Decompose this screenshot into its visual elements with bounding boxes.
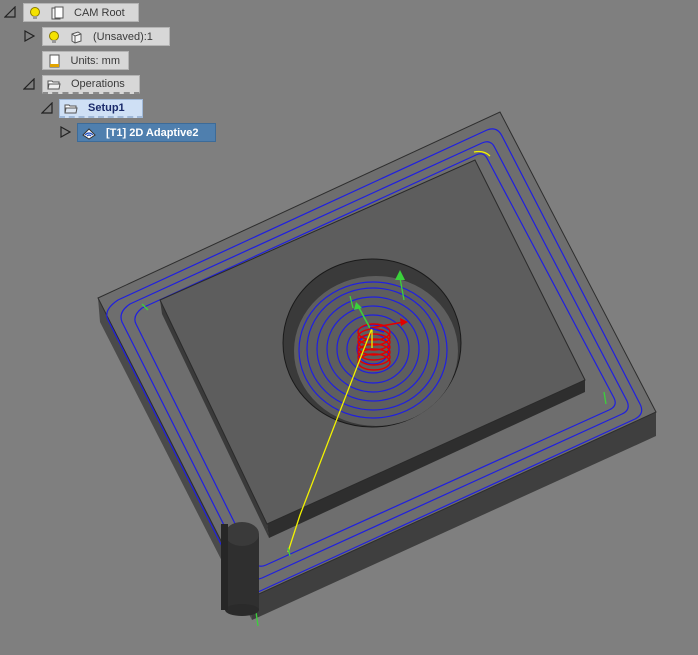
setup-icon — [63, 100, 79, 116]
lightbulb-icon[interactable] — [46, 29, 62, 45]
pocket-floor — [294, 276, 458, 426]
tree-node-operations[interactable]: Operations — [42, 75, 140, 94]
tree-label: [T1] 2D Adaptive2 — [106, 126, 199, 139]
units-icon — [46, 53, 62, 69]
tree-label: Units: mm — [70, 54, 121, 67]
tree-label: Operations — [71, 78, 125, 90]
tree-node-adaptive-operation[interactable]: [T1] 2D Adaptive2 — [77, 123, 216, 142]
cutting-tool[interactable] — [221, 522, 259, 616]
tree-label: Setup1 — [88, 102, 125, 114]
body-cube-icon — [68, 29, 84, 45]
tree-node-cam-root[interactable]: CAM Root — [23, 3, 139, 22]
expand-toggle-operation[interactable] — [58, 125, 72, 139]
tree-node-setup[interactable]: Setup1 — [59, 99, 143, 118]
tree-node-units[interactable]: Units: mm — [42, 51, 129, 70]
collapse-toggle-operations[interactable] — [22, 77, 36, 91]
collapse-toggle-cam-root[interactable] — [3, 5, 17, 19]
tree-node-model[interactable]: (Unsaved):1 — [42, 27, 170, 46]
expand-toggle-model[interactable] — [22, 29, 36, 43]
tree-label: (Unsaved):1 — [93, 30, 153, 43]
folder-icon — [46, 76, 62, 92]
lightbulb-icon[interactable] — [27, 5, 43, 21]
adaptive-operation-icon — [81, 125, 97, 141]
tree-label: CAM Root — [74, 6, 125, 19]
document-icon — [49, 5, 65, 21]
collapse-toggle-setup[interactable] — [40, 101, 54, 115]
